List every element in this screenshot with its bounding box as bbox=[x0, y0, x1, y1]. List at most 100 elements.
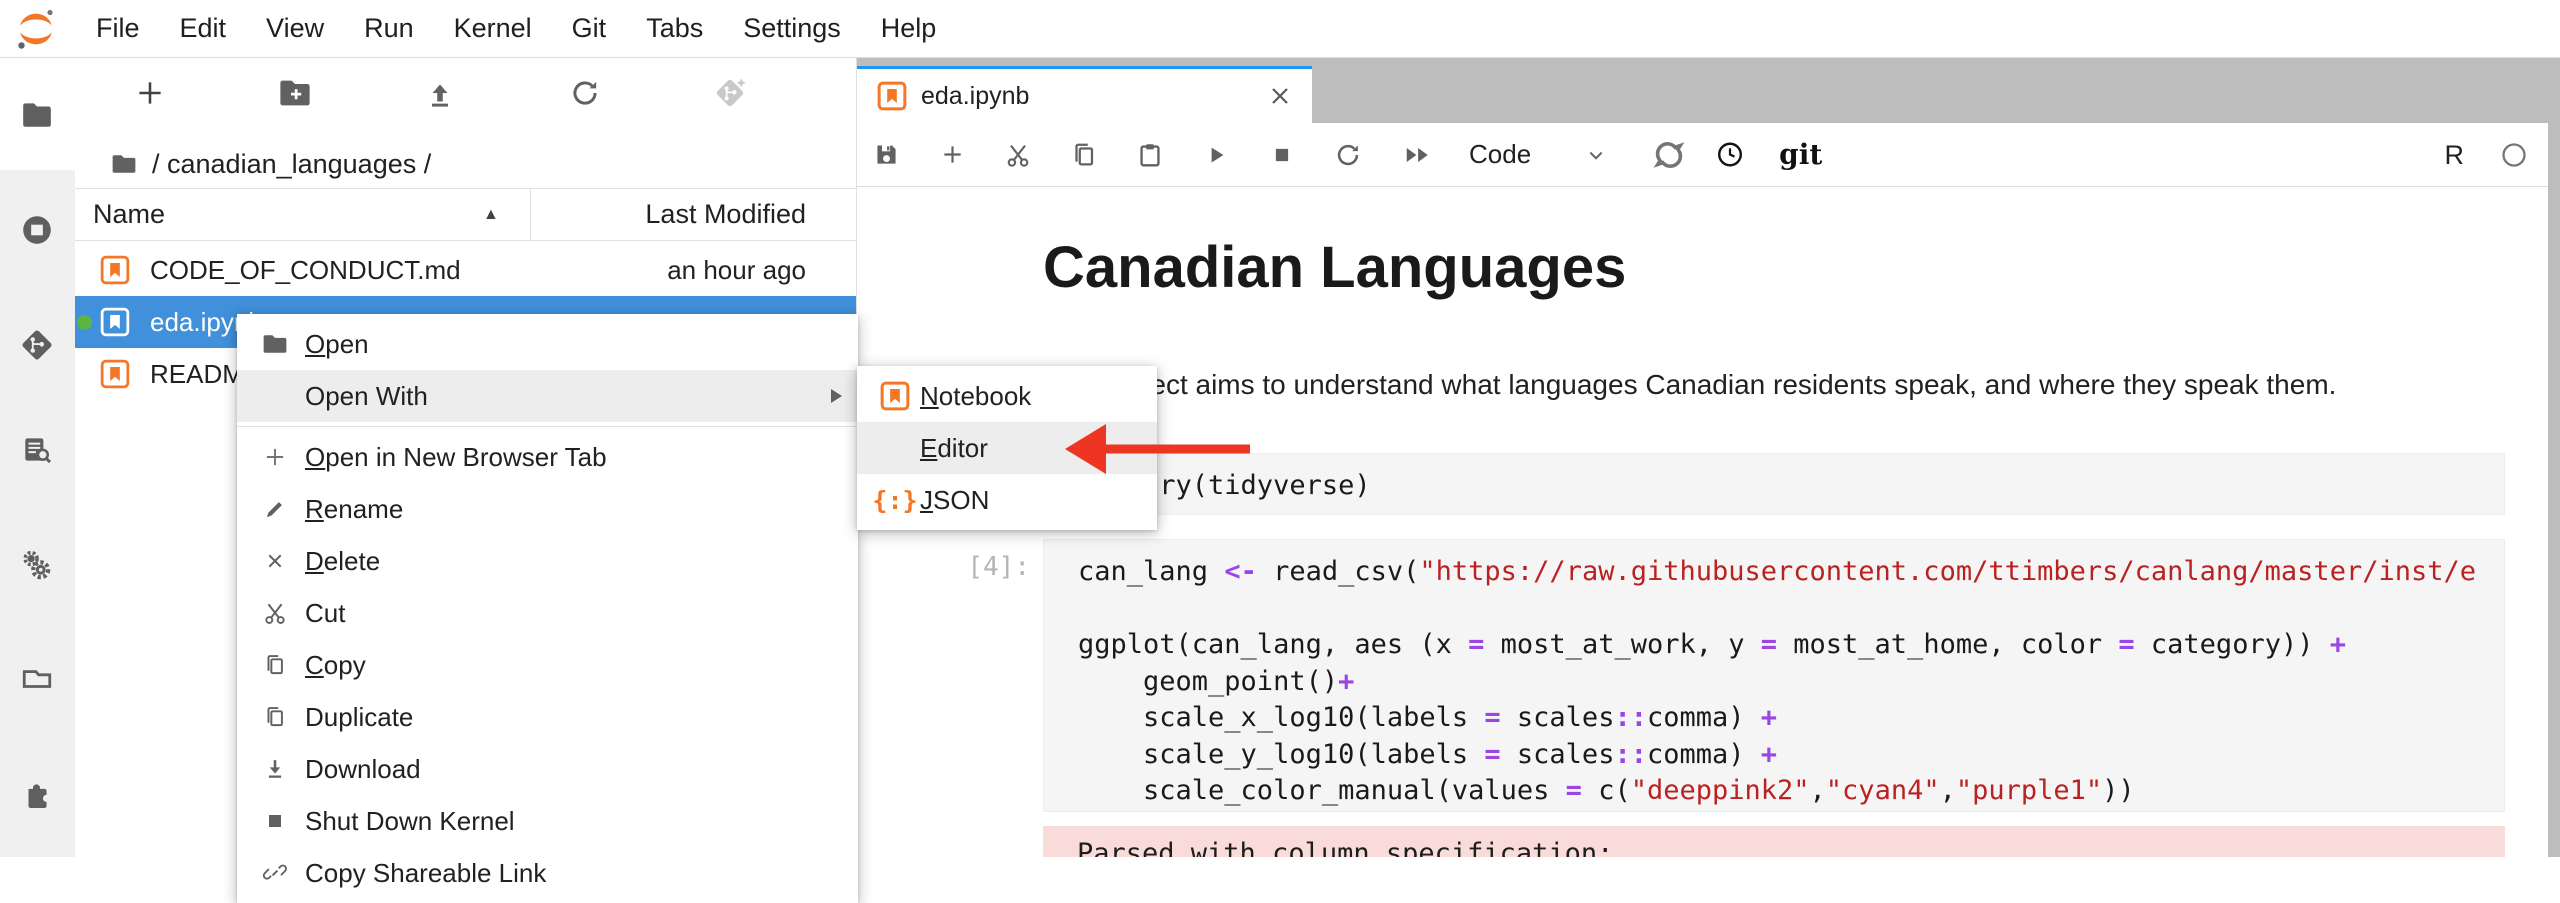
menu-run[interactable]: Run bbox=[344, 0, 434, 57]
submenu-notebook[interactable]: Notebook bbox=[857, 370, 1157, 422]
kernel-indicator: R bbox=[2445, 123, 2529, 187]
breadcrumb[interactable]: / canadian_languages / bbox=[75, 135, 856, 193]
home-folder-icon[interactable] bbox=[110, 150, 138, 178]
code-line: geom_point()+ bbox=[1078, 665, 1355, 697]
new-launcher-button[interactable] bbox=[130, 73, 169, 113]
menu-file[interactable]: File bbox=[76, 0, 160, 57]
context-rename[interactable]: Rename bbox=[237, 483, 858, 535]
markdown-paragraph: This project aims to understand what lan… bbox=[1043, 369, 2337, 400]
history-clock-button[interactable] bbox=[1715, 140, 1745, 170]
notebook-toolbar: Code git bbox=[857, 123, 2548, 187]
menu-settings[interactable]: Settings bbox=[723, 0, 861, 57]
column-divider bbox=[530, 189, 531, 240]
context-duplicate-label: Duplicate bbox=[305, 701, 414, 732]
nbdime-diff-button[interactable] bbox=[1651, 140, 1687, 170]
file-browser-toolbar bbox=[75, 57, 856, 129]
refresh-button[interactable] bbox=[566, 73, 605, 113]
menu-edit[interactable]: Edit bbox=[160, 0, 247, 57]
context-copy-shareable-link[interactable]: Copy Shareable Link bbox=[237, 847, 858, 899]
column-last-modified[interactable]: Last Modified bbox=[645, 189, 806, 240]
add-cell-button[interactable] bbox=[937, 140, 967, 170]
upload-button[interactable] bbox=[420, 73, 459, 113]
cell-type-dropdown[interactable]: Code bbox=[1469, 139, 1609, 170]
code-line: ggplot(can_lang, aes (x = most_at_work, … bbox=[1078, 629, 2346, 660]
property-inspector-icon[interactable] bbox=[20, 548, 54, 582]
submenu-json-label: JSON bbox=[920, 484, 990, 515]
menu-kernel[interactable]: Kernel bbox=[434, 0, 552, 57]
json-icon: {:} bbox=[872, 485, 918, 515]
code-line: library(tidyverse) bbox=[1078, 470, 1371, 501]
menu-view[interactable]: View bbox=[246, 0, 344, 57]
copy-cells-button[interactable] bbox=[1069, 140, 1099, 170]
menu-tabs[interactable]: Tabs bbox=[626, 0, 723, 57]
stop-button[interactable] bbox=[1267, 140, 1297, 170]
context-shutdown-kernel-label: Shut Down Kernel bbox=[305, 805, 515, 836]
git-button[interactable]: git bbox=[1779, 138, 1822, 171]
paste-cells-button[interactable] bbox=[1135, 140, 1165, 170]
close-icon bbox=[257, 546, 293, 576]
menu-divider bbox=[237, 426, 858, 427]
context-delete-label: Delete bbox=[305, 545, 381, 576]
context-open-with[interactable]: Open With bbox=[237, 370, 858, 422]
menu-git[interactable]: Git bbox=[552, 0, 627, 57]
file-row-code-of-conduct[interactable]: CODE_OF_CONDUCT.md an hour ago bbox=[75, 244, 856, 296]
context-download[interactable]: Download bbox=[237, 743, 858, 795]
open-tabs-icon[interactable] bbox=[20, 661, 54, 695]
menu-help[interactable]: Help bbox=[861, 0, 957, 57]
context-download-label: Download bbox=[305, 753, 421, 784]
link-icon bbox=[257, 858, 293, 888]
column-name[interactable]: Name bbox=[93, 189, 165, 240]
menu-bar: File Edit View Run Kernel Git Tabs Setti… bbox=[0, 0, 2560, 58]
context-copy-shareable-link-label: Copy Shareable Link bbox=[305, 857, 547, 888]
kernel-name[interactable]: R bbox=[2445, 140, 2465, 171]
notebook-icon bbox=[877, 381, 913, 411]
context-copy-label: Copy bbox=[305, 649, 366, 680]
git-icon[interactable] bbox=[20, 328, 54, 362]
context-duplicate[interactable]: Duplicate bbox=[237, 691, 858, 743]
tab-eda-ipynb[interactable]: eda.ipynb bbox=[857, 66, 1312, 123]
save-button[interactable] bbox=[871, 140, 901, 170]
context-rename-label: Rename bbox=[305, 493, 404, 524]
markdown-heading: Canadian Languages bbox=[1043, 235, 1627, 300]
file-modified: an hour ago bbox=[667, 255, 806, 285]
tab-title: eda.ipynb bbox=[921, 81, 1030, 110]
markdown-file-icon bbox=[100, 359, 130, 389]
folder-icon bbox=[257, 329, 293, 359]
running-kernels-icon[interactable] bbox=[20, 213, 54, 247]
submenu-json[interactable]: {:} JSON bbox=[857, 474, 1157, 526]
restart-kernel-button[interactable] bbox=[1333, 140, 1363, 170]
cut-cells-button[interactable] bbox=[1003, 140, 1033, 170]
context-shutdown-kernel[interactable]: Shut Down Kernel bbox=[237, 795, 858, 847]
submenu-notebook-label: Notebook bbox=[920, 380, 1032, 411]
context-cut-label: Cut bbox=[305, 597, 346, 628]
run-button[interactable] bbox=[1201, 140, 1231, 170]
file-context-menu: Open Open With Open in New Browser Tab R… bbox=[237, 314, 858, 903]
command-palette-icon[interactable] bbox=[20, 433, 54, 467]
restart-run-all-button[interactable] bbox=[1399, 140, 1439, 170]
context-copy[interactable]: Copy bbox=[237, 639, 858, 691]
file-browser-icon[interactable] bbox=[20, 98, 54, 132]
context-cut[interactable]: Cut bbox=[237, 587, 858, 639]
kernel-status-icon[interactable] bbox=[2500, 141, 2528, 169]
context-open-new-tab[interactable]: Open in New Browser Tab bbox=[237, 431, 858, 483]
breadcrumb-path: / canadian_languages / bbox=[152, 148, 432, 179]
cell-prompt: [4]: bbox=[967, 552, 1030, 582]
close-icon[interactable] bbox=[1268, 84, 1292, 108]
code-line: scale_y_log10(labels = scales::comma) + bbox=[1078, 738, 1778, 770]
copy-icon bbox=[257, 702, 293, 732]
window-edge-strip bbox=[2548, 57, 2560, 857]
git-clone-button[interactable] bbox=[711, 73, 750, 113]
extension-manager-icon[interactable] bbox=[20, 775, 54, 809]
notebook-file-icon bbox=[100, 307, 130, 337]
context-delete[interactable]: Delete bbox=[237, 535, 858, 587]
code-cell-library[interactable]: library(tidyverse) bbox=[1043, 453, 2505, 515]
file-name: CODE_OF_CONDUCT.md bbox=[150, 255, 461, 285]
code-cell-ggplot[interactable]: can_lang <- read_csv("https://raw.github… bbox=[1043, 539, 2505, 812]
output-text: Parsed with column specification: bbox=[1077, 838, 1614, 857]
stop-icon bbox=[257, 806, 293, 836]
new-folder-button[interactable] bbox=[275, 73, 314, 113]
context-open-new-tab-label: Open in New Browser Tab bbox=[305, 441, 607, 472]
context-open[interactable]: Open bbox=[237, 318, 858, 370]
sort-ascending-icon[interactable]: ▲ bbox=[483, 189, 499, 240]
